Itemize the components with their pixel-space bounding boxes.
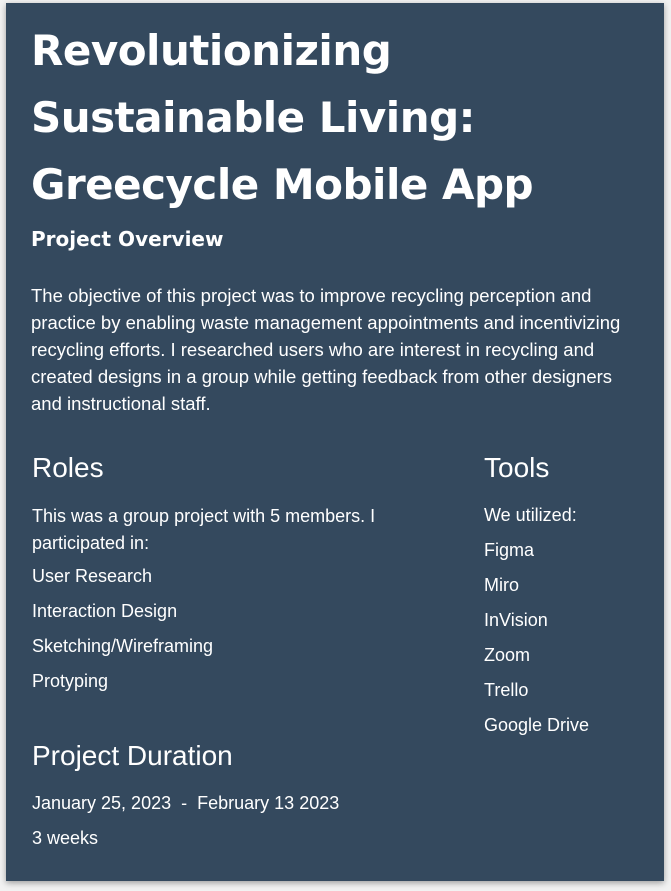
tools-heading: Tools (484, 452, 550, 483)
role-item: Interaction Design (32, 601, 178, 621)
tool-item: Zoom (484, 645, 531, 665)
tools-intro: We utilized: (484, 505, 577, 525)
tool-item: Miro (484, 575, 519, 595)
role-item: Protyping (32, 671, 109, 691)
page-title: Revolutionizing Sustainable Living: Gree… (31, 26, 534, 209)
role-item: Sketching/Wireframing (32, 636, 214, 656)
duration-end: February 13 2023 (197, 793, 340, 813)
duration-separator: - (181, 793, 188, 813)
overview-text: The objective of this project was to imp… (31, 285, 621, 414)
overview-heading: Project Overview (31, 227, 224, 251)
roles-list: User Research Interaction Design Sketchi… (32, 564, 213, 704)
tool-item: Figma (484, 540, 535, 560)
duration-length: 3 weeks (32, 828, 99, 848)
duration-start: January 25, 2023 (32, 793, 172, 813)
roles-intro: This was a group project with 5 members.… (32, 506, 376, 553)
roles-heading: Roles (32, 452, 104, 483)
role-item: User Research (32, 566, 153, 586)
tool-item: InVision (484, 610, 548, 630)
tool-item: Google Drive (484, 715, 590, 735)
tools-list: We utilized: Figma Miro InVision Zoom Tr… (484, 503, 589, 748)
duration-dates: January 25, 2023 - February 13 2023 (32, 791, 339, 815)
tool-item: Trello (484, 680, 529, 700)
project-card: Revolutionizing Sustainable Living: Gree… (6, 3, 664, 881)
duration-heading: Project Duration (32, 740, 233, 771)
